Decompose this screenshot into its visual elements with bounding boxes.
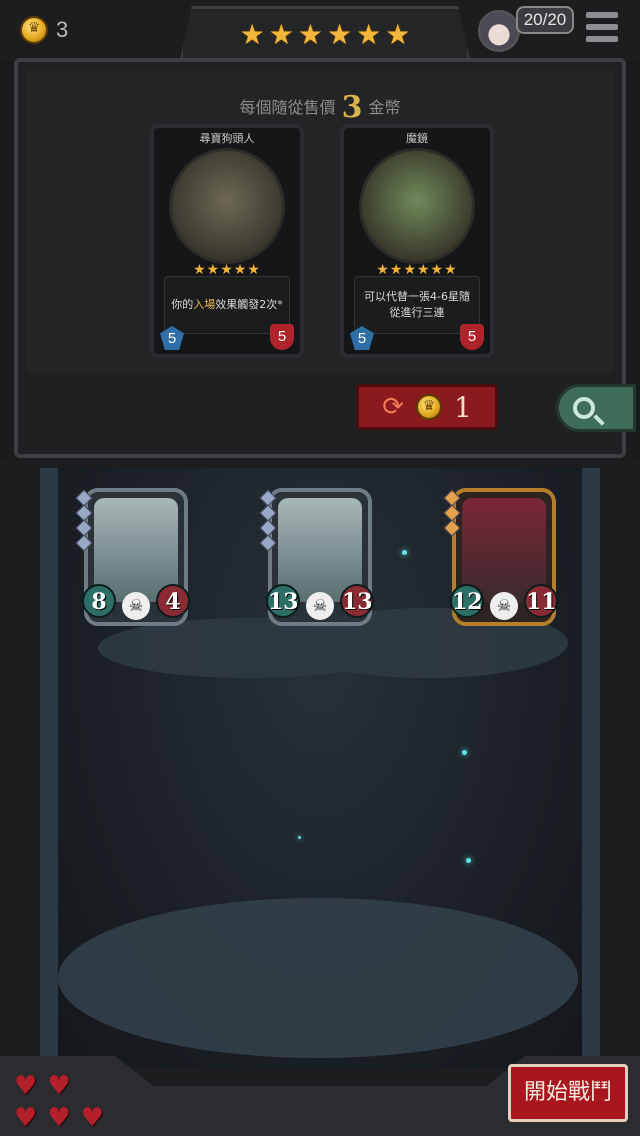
card-desc-text: 效果觸發2次*: [215, 298, 283, 311]
card-health: 5: [270, 324, 294, 350]
game-screen: 3 ★ ★ ★ ★ ★ ★ 20/20 每個隨從售價3金幣 尋寶狗頭人 ★★★★…: [0, 0, 640, 1136]
star-icon: ★: [327, 17, 353, 51]
shop-card-area: 每個隨從售價 3 金幣 尋寶狗頭人 ★★★★★ 你的入場效果觸發2次* 5 5 魔鏡…: [26, 70, 614, 374]
lives-hearts: ♥ ♥ ♥ ♥ ♥ ♥: [14, 1072, 134, 1132]
card-name: 尋寶狗頭人: [199, 132, 255, 145]
minion-attack: 13: [266, 584, 300, 618]
sell-price-prefix: 每個隨從售價: [239, 98, 336, 117]
minion-health: 11: [524, 584, 558, 618]
search-button[interactable]: [556, 384, 636, 432]
heart-icon: ♥: [14, 1103, 38, 1133]
sell-price-line: 每個隨從售價 3 金幣: [26, 90, 614, 125]
tavern-star-tab: ★ ★ ★ ★ ★ ★: [180, 6, 470, 60]
sparkle: [462, 750, 467, 755]
coin-counter: 3: [20, 16, 68, 44]
card-art: [359, 148, 475, 264]
shop-card[interactable]: 魔鏡 ★★★★★★ 可以代替一張4-6星隨從進行三連 5 5: [340, 124, 494, 358]
heart-icon: ♥: [47, 1103, 71, 1133]
coin-count: 3: [56, 17, 69, 42]
card-desc-text: 你的: [171, 298, 194, 311]
refresh-shop-button[interactable]: ⟳ 1: [356, 384, 498, 430]
sell-price-suffix: 金幣: [368, 98, 401, 117]
search-icon: [573, 397, 595, 419]
hamburger-menu-icon[interactable]: [586, 12, 618, 42]
board-minion[interactable]: 13 ☠ 13: [259, 488, 374, 626]
board-minion[interactable]: 12 ☠ 11: [443, 488, 558, 626]
star-icon: ★: [268, 17, 294, 51]
minion-tier-gems: [443, 489, 461, 537]
battle-board: 8 ☠ 4 13 ☠ 13 12 ☠ 11 ♥ ♥ ♥ ♥ ♥ ♥ 開始戰鬥: [0, 460, 640, 1136]
minion-tier-gems: [259, 489, 277, 552]
start-battle-button[interactable]: 開始戰鬥: [508, 1064, 628, 1122]
skull-icon: ☠: [306, 592, 334, 620]
refresh-icon: ⟳: [382, 392, 404, 422]
star-icon: ★: [356, 17, 382, 51]
sell-price-value: 3: [341, 90, 363, 125]
skull-icon: ☠: [490, 592, 518, 620]
heart-icon: ♥: [47, 1071, 71, 1101]
sparkle: [466, 858, 471, 863]
sparkle: [298, 836, 301, 839]
card-desc-keyword: 入場: [193, 298, 216, 311]
coin-icon: [20, 16, 48, 44]
top-hud: 3 ★ ★ ★ ★ ★ ★ 20/20: [0, 0, 640, 60]
shop-card[interactable]: 尋寶狗頭人 ★★★★★ 你的入場效果觸發2次* 5 5: [150, 124, 304, 358]
board-minion[interactable]: 8 ☠ 4: [75, 488, 190, 626]
star-icon: ★: [297, 17, 323, 51]
refresh-cost: 1: [453, 390, 472, 424]
shop-panel: 每個隨從售價 3 金幣 尋寶狗頭人 ★★★★★ 你的入場效果觸發2次* 5 5 魔鏡…: [14, 58, 626, 458]
skull-icon: ☠: [122, 592, 150, 620]
card-health: 5: [460, 324, 484, 350]
minion-tier-gems: [75, 489, 93, 552]
sparkle: [402, 550, 407, 555]
cloud: [58, 898, 578, 1058]
coin-icon: [415, 394, 442, 420]
minion-health: 13: [340, 584, 374, 618]
star-icon: ★: [385, 17, 411, 51]
player-avatar[interactable]: [478, 10, 520, 52]
star-icon: ★: [239, 17, 265, 51]
card-name: 魔鏡: [406, 132, 428, 145]
card-art: [169, 148, 285, 264]
heart-icon: ♥: [14, 1071, 38, 1101]
minion-attack: 8: [82, 584, 116, 618]
health-display: 20/20: [516, 6, 574, 34]
heart-icon: ♥: [80, 1103, 104, 1133]
minion-health: 4: [156, 584, 190, 618]
minion-attack: 12: [450, 584, 484, 618]
